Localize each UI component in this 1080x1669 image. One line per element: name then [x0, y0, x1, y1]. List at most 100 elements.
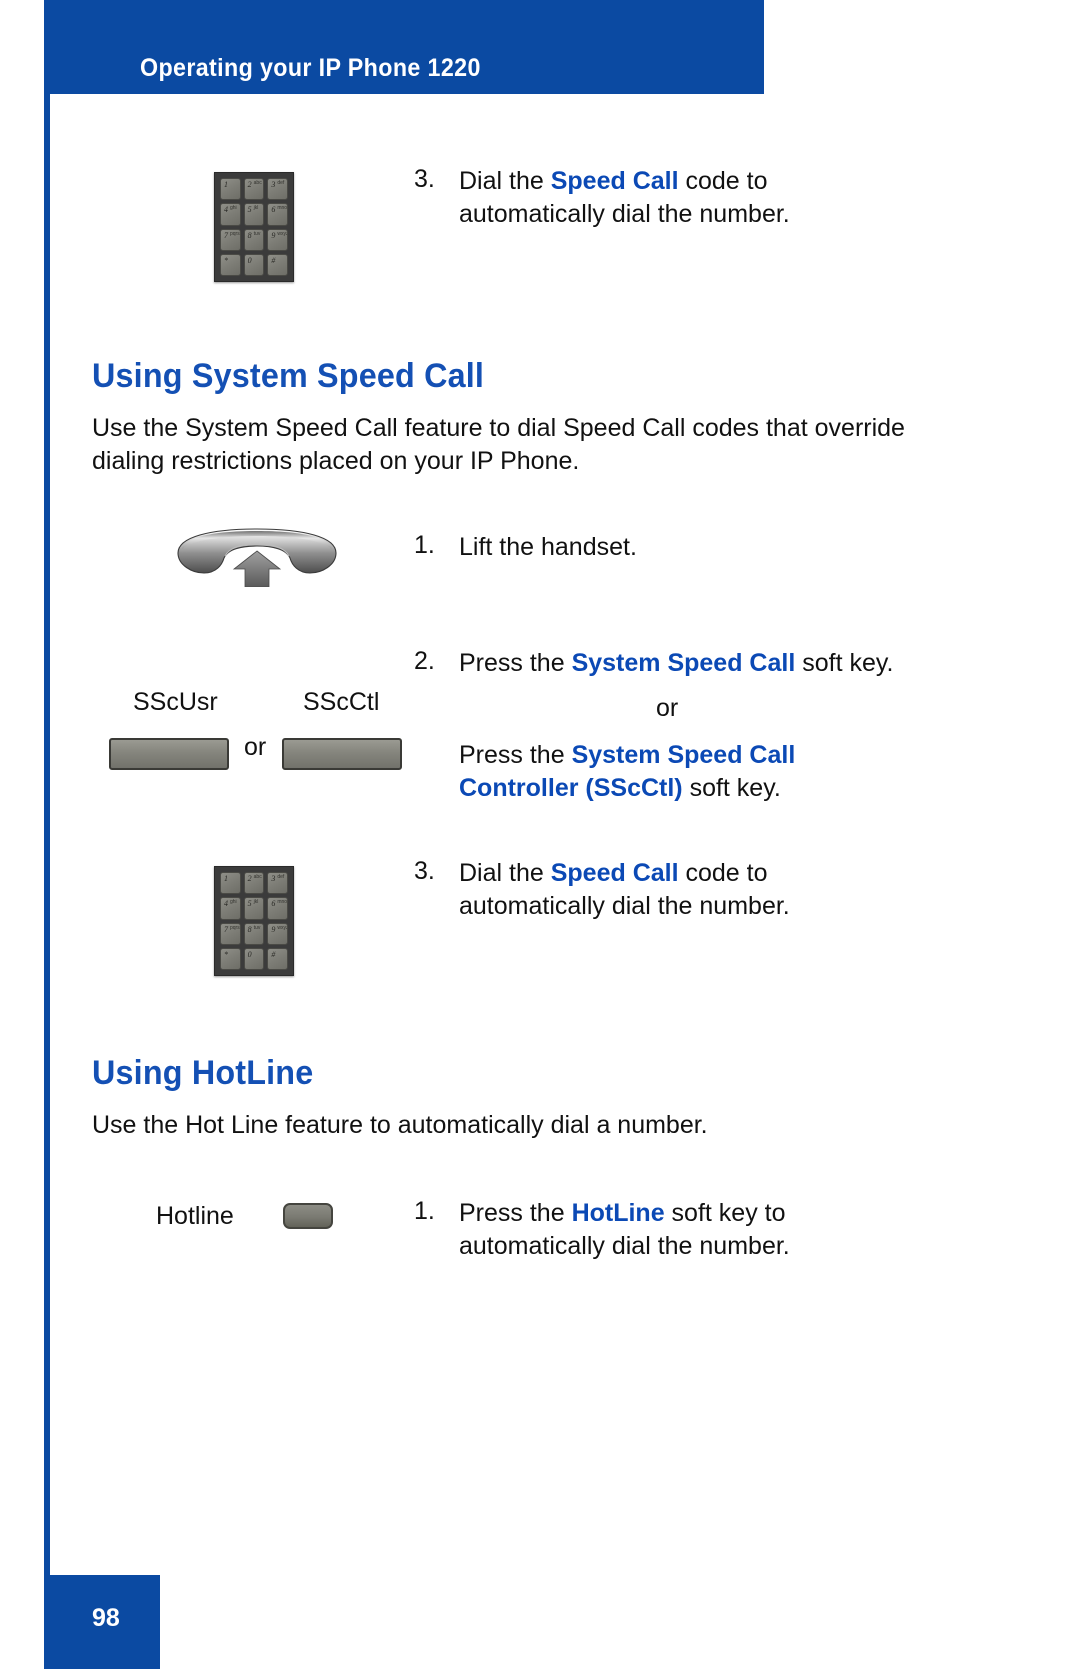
keypad-key-digit: 2 — [247, 180, 252, 189]
hotline-step1-text-before: Press the — [459, 1199, 572, 1227]
keypad-key-0: 0 — [243, 947, 265, 970]
section-intro-hotline: Use the Hot Line feature to automaticall… — [92, 1111, 708, 1139]
speedcall-step2-line1-highlight: System Speed Call — [571, 649, 796, 677]
keypad-key-2: 2 abc — [243, 178, 265, 201]
keypad-key-digit: 4 — [224, 205, 228, 215]
keypad-key-digit: # — [271, 949, 276, 959]
keypad-key-8: 8 tuv — [243, 228, 265, 251]
keypad-key-letters: def — [277, 180, 285, 186]
keypad-key-9: 9 wxyz — [267, 922, 288, 945]
speedcall-step2-line1-before: Press the — [459, 649, 572, 677]
keypad-key-6: 6 mno — [267, 897, 288, 920]
section-heading-system-speed-call: Using System Speed Call — [92, 357, 485, 395]
keypad-key-digit: * — [224, 255, 228, 265]
keypad-key-digit: 7 — [224, 924, 228, 934]
keypad-icon: 1 2 abc 3 def 4 ghi 5 jkl 6 mno 7 pqrs 8 tuv 9 wxyz * 0 # — [214, 866, 294, 976]
keypad-key-letters: jkl — [253, 899, 259, 906]
keypad-key-letters: tuv — [253, 230, 261, 237]
keypad-key-letters: mno — [277, 899, 288, 906]
keypad-key-digit: 5 — [247, 899, 252, 909]
hotline-step1-text: Press the HotLine soft key to automatica… — [459, 1197, 839, 1263]
softkey-button-sscusr[interactable] — [109, 738, 229, 770]
keypad-key-letters: pqrs — [230, 230, 240, 237]
softkey-separator-or: or — [244, 733, 267, 761]
keypad-key-7: 7 pqrs — [220, 922, 241, 945]
speedcall-step2-line2-before: Press the — [459, 741, 572, 769]
keypad-key-hash: # — [267, 947, 288, 970]
keypad-key-star: * — [220, 947, 241, 970]
page-content: 1 2 abc 3 def 4 ghi 5 jkl 6 mno 7 pqrs 8 tuv 9 wxyz * 0 # 3… — [0, 0, 1080, 1669]
keypad-key-digit: 8 — [247, 230, 252, 240]
keypad-key-1: 1 — [220, 872, 241, 895]
speedcall-step2-line1-after: soft key. — [795, 649, 894, 677]
keypad-key-digit: 3 — [271, 180, 276, 189]
keypad-key-digit: 2 — [247, 874, 252, 883]
keypad-key-letters: jkl — [253, 205, 259, 212]
keypad-key-7: 7 pqrs — [220, 228, 241, 251]
keypad-key-letters: wxyz — [277, 924, 288, 931]
section-intro-system-speed-call: Use the System Speed Call feature to dia… — [92, 414, 905, 475]
keypad-icon: 1 2 abc 3 def 4 ghi 5 jkl 6 mno 7 pqrs 8 tuv 9 wxyz * 0 # — [214, 172, 294, 282]
speedcall-step2-line2-after: soft key. — [682, 774, 781, 802]
softkey-button-hotline[interactable] — [283, 1203, 333, 1229]
keypad-key-6: 6 mno — [267, 203, 288, 226]
keypad-key-digit: 7 — [224, 230, 228, 240]
section-heading-hotline: Using HotLine — [92, 1054, 314, 1092]
speedcall-step3-text-before: Dial the — [459, 859, 551, 887]
speedcall-step2-text-line1: Press the System Speed Call soft key. — [459, 647, 929, 680]
keypad-key-digit: 1 — [224, 874, 228, 883]
top-step-highlight: Speed Call — [550, 167, 679, 195]
keypad-key-letters: abc — [253, 180, 262, 186]
keypad-key-letters: tuv — [253, 924, 261, 931]
keypad-key-5: 5 jkl — [243, 897, 265, 920]
keypad-key-letters: pqrs — [230, 924, 240, 931]
softkey-label-sscctl: SScCtl — [303, 688, 380, 716]
keypad-key-4: 4 ghi — [220, 897, 241, 920]
keypad-key-8: 8 tuv — [243, 922, 265, 945]
handset-icon — [177, 528, 337, 587]
keypad-key-1: 1 — [220, 178, 241, 201]
keypad-key-3: 3 def — [267, 872, 288, 895]
keypad-key-letters: ghi — [230, 899, 237, 906]
keypad-key-digit: * — [224, 949, 228, 959]
keypad-key-digit: 3 — [271, 874, 276, 883]
keypad-key-letters: def — [277, 874, 285, 880]
softkey-label-hotline: Hotline — [156, 1202, 234, 1230]
keypad-key-4: 4 ghi — [220, 203, 241, 226]
keypad-key-letters: wxyz — [277, 230, 288, 237]
top-step-number: 3. — [414, 165, 435, 193]
keypad-key-digit: 0 — [247, 255, 252, 265]
speedcall-step1-number: 1. — [414, 531, 435, 559]
speedcall-step2-text-line2: Press the System Speed Call Controller (… — [459, 739, 859, 805]
keypad-key-digit: 8 — [247, 924, 252, 934]
keypad-key-digit: # — [271, 255, 276, 265]
keypad-key-3: 3 def — [267, 178, 288, 201]
keypad-key-star: * — [220, 253, 241, 276]
speedcall-step3-highlight: Speed Call — [550, 859, 679, 887]
keypad-key-letters: abc — [253, 874, 262, 880]
speedcall-step1-text: Lift the handset. — [459, 533, 637, 561]
keypad-key-digit: 6 — [271, 899, 276, 909]
keypad-key-9: 9 wxyz — [267, 228, 288, 251]
keypad-key-digit: 9 — [271, 230, 276, 240]
keypad-key-digit: 0 — [247, 949, 252, 959]
top-step-text-before: Dial the — [459, 167, 551, 195]
speedcall-step3-number: 3. — [414, 857, 435, 885]
keypad-key-digit: 9 — [271, 924, 276, 934]
top-step-text: Dial the Speed Call code to automaticall… — [459, 165, 839, 231]
speedcall-step2-number: 2. — [414, 647, 435, 675]
hotline-step1-number: 1. — [414, 1197, 435, 1225]
keypad-key-digit: 5 — [247, 205, 252, 215]
keypad-key-5: 5 jkl — [243, 203, 265, 226]
hotline-step1-highlight: HotLine — [571, 1199, 665, 1227]
keypad-key-digit: 6 — [271, 205, 276, 215]
softkey-label-sscusr: SScUsr — [133, 688, 218, 716]
keypad-key-0: 0 — [243, 253, 265, 276]
keypad-key-digit: 1 — [224, 180, 228, 189]
softkey-button-sscctl[interactable] — [282, 738, 402, 770]
keypad-key-letters: mno — [277, 205, 288, 212]
keypad-key-hash: # — [267, 253, 288, 276]
keypad-key-digit: 4 — [224, 899, 228, 909]
page-number: 98 — [92, 1604, 120, 1632]
keypad-key-2: 2 abc — [243, 872, 265, 895]
